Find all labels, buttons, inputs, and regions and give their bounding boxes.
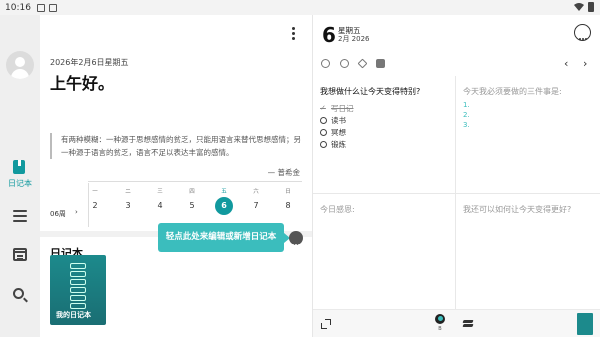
prev-day-icon[interactable]: ‹ [564, 57, 568, 70]
unchecked-circle-icon[interactable] [320, 117, 327, 124]
more-vertical-icon[interactable] [292, 27, 296, 42]
weekday-name: 日 [285, 189, 291, 195]
home-panel: 2026年2月6日星期五 上午好。 有两种模糊：一种源于思想感情的贫乏，只能用语… [40, 15, 312, 337]
search-icon[interactable] [13, 288, 24, 299]
weekday-number[interactable]: 8 [279, 197, 297, 215]
layers-icon[interactable] [462, 320, 474, 328]
calendar-icon[interactable] [13, 248, 27, 261]
list-number: 1. [463, 101, 470, 109]
expand-icon[interactable] [321, 319, 331, 329]
notification-icon [36, 3, 45, 12]
current-date: 2026年2月6日星期五 [50, 58, 129, 67]
tower-illustration [70, 263, 86, 313]
journal-book-name: 我的日记本 [56, 311, 91, 319]
checklist-item-label: 锻炼 [331, 140, 346, 149]
mood-face-icon[interactable] [340, 59, 349, 68]
notification-icon-2 [48, 3, 57, 12]
avatar[interactable] [6, 51, 34, 79]
quote-author: — 普希金 [267, 168, 300, 177]
improve-cell[interactable]: 我还可以如何让今天变得更好? [456, 194, 600, 309]
weekday-number[interactable]: 4 [151, 197, 169, 215]
entry-day-number: 6 [322, 23, 336, 47]
special-today-cell[interactable]: 我想做什么让今天变得特别? ✓ 写日记 读书 冥想 锻炼 [313, 76, 456, 194]
journal-book-cover[interactable]: 我的日记本 [50, 255, 106, 325]
more-options-icon[interactable] [289, 231, 303, 246]
menu-icon[interactable] [13, 210, 27, 222]
quote-text: 有两种模糊：一种源于思想感情的贫乏，只能用语言来替代思想感情；另一种源于语言的贫… [50, 133, 305, 159]
weekday-name: 三 [157, 189, 163, 195]
next-day-icon[interactable]: › [583, 57, 587, 70]
three-things-title: 今天我必须要做的三件事是: [463, 87, 562, 96]
journal-icon[interactable] [13, 160, 25, 174]
checklist-item-label: 写日记 [331, 104, 354, 113]
entry-tools [321, 58, 385, 69]
checkbox-icon[interactable] [376, 59, 385, 68]
special-today-title: 我想做什么让今天变得特别? [320, 87, 421, 96]
improve-title: 我还可以如何让今天变得更好? [463, 205, 572, 214]
checklist-item[interactable]: 冥想 [320, 127, 346, 138]
wifi-icon [574, 3, 584, 11]
entry-bottom-bar: B [313, 309, 600, 337]
weekday-name: 四 [189, 189, 195, 195]
checklist-item[interactable]: 读书 [320, 115, 346, 126]
weekday-number[interactable]: 3 [119, 197, 137, 215]
week-divider [88, 181, 302, 182]
journal-thumbnail[interactable] [577, 313, 593, 335]
entry-month-year: 2月 2026 [338, 35, 370, 43]
weekday-number[interactable]: 2 [86, 197, 104, 215]
week-chevron-icon[interactable]: › [75, 208, 78, 216]
status-time: 10:16 [5, 2, 31, 13]
more-horizontal-icon[interactable] [574, 24, 591, 41]
mood-indicator-icon[interactable] [435, 314, 445, 324]
checklist-item[interactable]: 锻炼 [320, 139, 346, 150]
weekday-number-selected[interactable]: 6 [215, 197, 233, 215]
greeting: 上午好。 [50, 74, 115, 93]
unchecked-circle-icon[interactable] [320, 129, 327, 136]
unchecked-circle-icon[interactable] [320, 141, 327, 148]
weekday-name: 二 [125, 189, 131, 195]
week-label[interactable]: 06周 [50, 209, 66, 219]
list-number: 2. [463, 111, 470, 119]
battery-icon [588, 2, 594, 12]
weekday-name-selected: 五 [221, 189, 227, 195]
nav-rail: 日记本 [0, 15, 40, 337]
checklist-item[interactable]: ✓ 写日记 [320, 103, 354, 114]
weekday-number[interactable]: 7 [247, 197, 265, 215]
three-things-cell[interactable]: 今天我必须要做的三件事是: 1. 2. 3. [456, 76, 600, 194]
list-number: 3. [463, 121, 470, 129]
status-bar: 10:16 [0, 0, 600, 15]
checklist-item-label: 读书 [331, 116, 346, 125]
edit-journal-tooltip[interactable]: 轻点此处来编辑或新增日记本 [158, 223, 290, 252]
gratitude-cell[interactable]: 今日感恩: [313, 194, 456, 309]
weekday-name: 一 [92, 189, 98, 195]
nav-journal-label[interactable]: 日记本 [0, 178, 40, 189]
gratitude-title: 今日感恩: [320, 205, 355, 214]
checklist-item-label: 冥想 [331, 128, 346, 137]
mood-label: B [438, 326, 442, 332]
tag-icon[interactable] [357, 58, 368, 69]
weather-sun-icon[interactable] [321, 59, 330, 68]
daily-entry-panel: 6 星期五 2月 2026 ‹ › 我想做什么让今天变得特别? ✓ 写日记 读书… [312, 15, 600, 337]
checkmark-icon: ✓ [320, 104, 326, 112]
weekday-number[interactable]: 5 [183, 197, 201, 215]
weekday-name: 六 [253, 189, 259, 195]
